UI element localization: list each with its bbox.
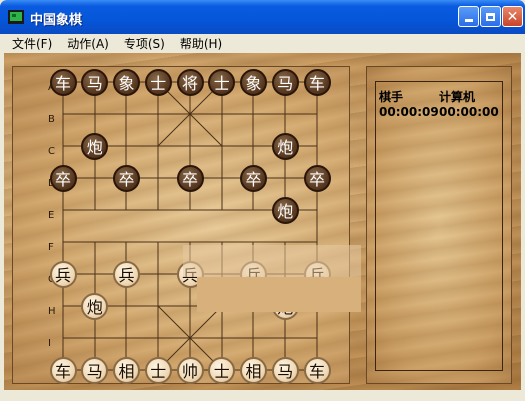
app-icon (8, 10, 24, 24)
red-piece-24[interactable]: 车 (49, 356, 77, 384)
title-bar[interactable]: 中国象棋 ✕ (0, 0, 525, 34)
red-piece-27[interactable]: 士 (144, 356, 172, 384)
client-area: A B C D E F G H I 车马象士将士象马车炮炮卒卒卒卒卒炮兵兵兵兵兵… (4, 53, 521, 390)
maximize-button[interactable] (480, 6, 501, 27)
app-window: 中国象棋 ✕ 文件(F) 动作(A) 专项(S) 帮助(H) B C E F H… (0, 0, 525, 401)
player-label: 棋手 (379, 90, 404, 104)
black-piece-3[interactable]: 士 (144, 68, 172, 96)
menu-action[interactable]: 动作(A) (59, 35, 116, 52)
red-piece-26[interactable]: 相 (113, 356, 140, 384)
black-piece-16[interactable]: 炮 (271, 196, 299, 224)
black-piece-11[interactable]: 卒 (49, 164, 77, 192)
red-piece-30[interactable]: 相 (240, 356, 267, 384)
minimize-button[interactable] (458, 6, 479, 27)
black-piece-1[interactable]: 马 (81, 68, 109, 96)
minimize-icon (464, 18, 473, 22)
black-piece-13[interactable]: 卒 (176, 164, 204, 192)
drag-shadow (183, 245, 361, 277)
red-piece-25[interactable]: 马 (81, 356, 109, 384)
row-label-b: B (48, 114, 55, 125)
row-label-h: H (48, 306, 56, 317)
black-piece-7[interactable]: 马 (271, 68, 299, 96)
black-piece-8[interactable]: 车 (303, 68, 331, 96)
close-button[interactable]: ✕ (502, 6, 523, 27)
black-piece-15[interactable]: 卒 (303, 164, 331, 192)
timer-box: 棋手 计算机 00:00:09 00:00:00 (375, 81, 503, 371)
black-piece-14[interactable]: 卒 (240, 164, 267, 192)
status-bar (0, 390, 525, 401)
info-panel: 棋手 计算机 00:00:09 00:00:00 (366, 66, 512, 384)
computer-label: 计算机 (439, 90, 476, 104)
window-title: 中国象棋 (30, 13, 83, 28)
close-icon: ✕ (506, 8, 519, 25)
player-time: 00:00:09 (379, 105, 439, 119)
board-grid (62, 81, 318, 371)
black-piece-5[interactable]: 士 (208, 68, 236, 96)
maximize-icon (486, 12, 495, 21)
red-piece-17[interactable]: 兵 (49, 260, 77, 288)
menu-special[interactable]: 专项(S) (116, 35, 172, 52)
row-label-c: C (48, 146, 55, 157)
black-piece-10[interactable]: 炮 (271, 132, 299, 160)
red-piece-18[interactable]: 兵 (113, 260, 140, 288)
overlay-panel (197, 277, 361, 312)
red-piece-29[interactable]: 士 (208, 356, 236, 384)
red-piece-32[interactable]: 车 (303, 356, 331, 384)
black-piece-9[interactable]: 炮 (81, 132, 109, 160)
computer-time: 00:00:00 (439, 105, 499, 119)
red-piece-28[interactable]: 帅 (176, 356, 204, 384)
menu-help[interactable]: 帮助(H) (172, 35, 229, 52)
red-piece-31[interactable]: 马 (271, 356, 299, 384)
row-label-e: E (48, 210, 55, 221)
row-label-f: F (48, 242, 54, 253)
black-piece-2[interactable]: 象 (113, 68, 140, 96)
black-piece-6[interactable]: 象 (240, 68, 267, 96)
row-label-i: I (48, 338, 51, 349)
black-piece-0[interactable]: 车 (49, 68, 77, 96)
red-piece-22[interactable]: 炮 (81, 292, 109, 320)
chess-board[interactable]: A B C D E F G H I 车马象士将士象马车炮炮卒卒卒卒卒炮兵兵兵兵兵… (12, 66, 361, 384)
black-piece-4[interactable]: 将 (176, 68, 204, 96)
menu-bar: 文件(F) 动作(A) 专项(S) 帮助(H) (4, 34, 521, 53)
menu-file[interactable]: 文件(F) (4, 35, 59, 52)
black-piece-12[interactable]: 卒 (113, 164, 140, 192)
